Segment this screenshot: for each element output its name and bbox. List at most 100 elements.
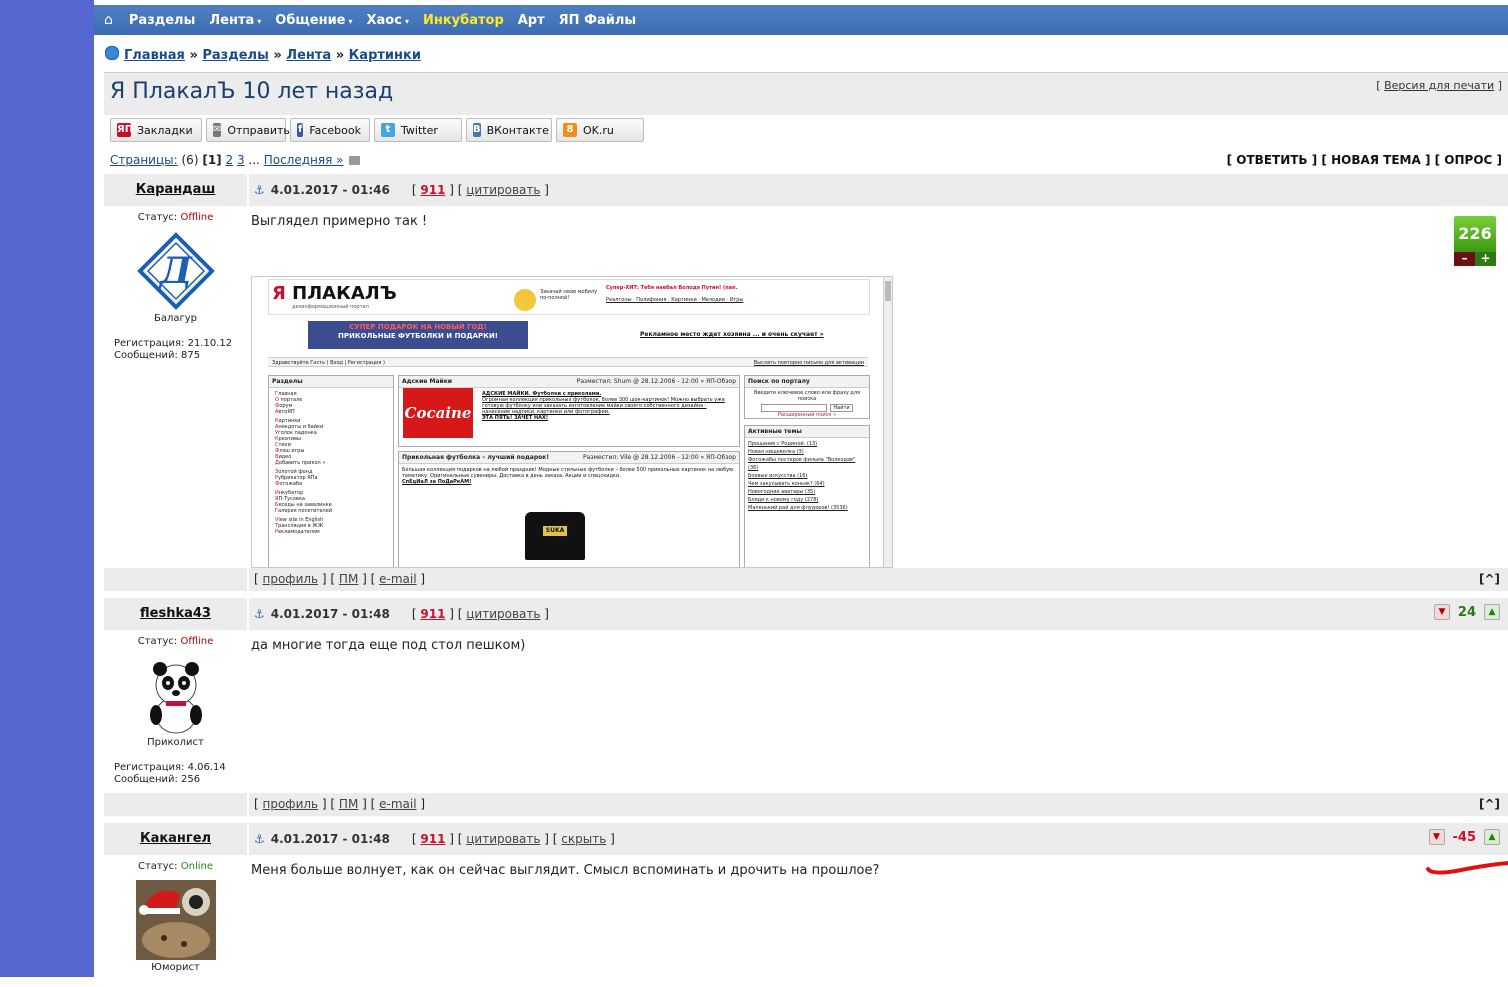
- dynamo-logo-icon: Д: [135, 231, 216, 311]
- thumbs-down-icon[interactable]: ▼: [1433, 604, 1450, 620]
- shot-ad-link: Рекламное место ждет хозяина ... и очень…: [640, 331, 824, 338]
- column-divider: [247, 793, 249, 816]
- breadcrumb-sep: »: [189, 48, 198, 63]
- breadcrumb-pictures[interactable]: Картинки: [349, 48, 421, 63]
- anchor-icon[interactable]: ⚓: [254, 607, 265, 621]
- user-status: Статус: Online: [104, 861, 247, 872]
- nav-item-6[interactable]: ЯП Файлы: [559, 13, 636, 28]
- post-number[interactable]: 911: [420, 832, 445, 846]
- page-3[interactable]: 3: [237, 153, 245, 167]
- profile-link[interactable]: профиль: [263, 572, 319, 586]
- karma-buttons: – +: [1454, 252, 1496, 266]
- embedded-screenshot[interactable]: Я ПЛАКАЛЪ дезинформационный портал Закач…: [251, 276, 893, 568]
- karma-minus-button[interactable]: –: [1454, 252, 1475, 266]
- shot-active-list: Прощание с Родиной. (13) Новая нищеволка …: [745, 438, 869, 514]
- user-messages: Сообщений: 256: [114, 774, 201, 785]
- nav-item-label: Общение: [275, 12, 346, 28]
- breadcrumb: Главная » Разделы » Лента » Картинки: [105, 46, 421, 63]
- avatar[interactable]: [135, 655, 216, 735]
- post-number[interactable]: 911: [420, 607, 445, 621]
- shot-active-topic: Маленький рай для флудеров! (3536): [748, 505, 848, 511]
- page-last[interactable]: Последняя »: [264, 153, 344, 167]
- nav-item-2[interactable]: Общение ▾: [275, 13, 352, 28]
- post-username: Какангел: [104, 831, 247, 846]
- shot-tshirt-label: SUKA: [543, 526, 567, 536]
- anchor-icon[interactable]: ⚓: [254, 183, 265, 197]
- nav-item-0[interactable]: Разделы: [129, 13, 195, 28]
- username-link[interactable]: Какангел: [140, 831, 211, 846]
- breadcrumb-sections[interactable]: Разделы: [202, 48, 268, 63]
- nav-item-4[interactable]: Инкубатор: [423, 13, 504, 28]
- quote-link[interactable]: цитировать: [466, 607, 540, 621]
- share-button-1[interactable]: ✉ Отправить: [206, 118, 290, 142]
- anchor-icon[interactable]: ⚓: [254, 832, 265, 846]
- email-link[interactable]: e-mail: [379, 797, 416, 811]
- nav-item-label: Разделы: [128, 12, 196, 28]
- karma-box: 226 – +: [1454, 216, 1496, 266]
- vk-icon: B: [473, 123, 481, 137]
- username-link[interactable]: fleshka43: [140, 606, 211, 621]
- post-meta: ⚓ 4.01.2017 - 01:46[ 911 ] [ цитировать ]: [254, 183, 549, 197]
- avatar[interactable]: [135, 880, 216, 960]
- shot-sections-list: Главная О портале Форум АвтоЯП Картинки Анекд…: [269, 388, 393, 538]
- home-icon[interactable]: ⌂: [104, 12, 113, 28]
- column-divider: [247, 598, 249, 630]
- post-number[interactable]: 911: [420, 183, 445, 197]
- breadcrumb-home[interactable]: Главная: [124, 48, 185, 63]
- svg-text:Д: Д: [157, 250, 192, 292]
- profile-link[interactable]: профиль: [263, 797, 319, 811]
- user-rank: Юморист: [151, 962, 200, 973]
- shot-scrollbar: [883, 277, 892, 567]
- shot-smiley-icon: [514, 289, 536, 311]
- email-topic-icon[interactable]: [349, 156, 361, 165]
- pages-label[interactable]: Страницы:: [110, 153, 178, 167]
- avatar[interactable]: Д: [135, 231, 216, 311]
- print-version-link[interactable]: Версия для печати: [1384, 79, 1494, 92]
- shot-post1: Адские Майки Разместил: Shum @ 28.12.2006…: [398, 375, 740, 447]
- share-button-4[interactable]: B ВКонтакте: [466, 118, 552, 142]
- post-meta: ⚓ 4.01.2017 - 01:48[ 911 ] [ цитировать ]…: [254, 832, 615, 846]
- karma-plus-button[interactable]: +: [1475, 252, 1496, 266]
- nav-item-3[interactable]: Хаос ▾: [367, 13, 409, 28]
- chevron-down-icon: ▾: [404, 16, 409, 26]
- shot-promo-links: Реалтоны · Полифония · Картинки · Мелоди…: [606, 297, 744, 303]
- shot-active-topic: Новая нищеволка (3): [748, 449, 804, 455]
- shot-post2: Прикольная футболка – лучший подарок! Раз…: [398, 451, 740, 567]
- shot-logo-sub: дезинформационный портал: [292, 304, 369, 310]
- nav-item-5[interactable]: Арт: [518, 13, 545, 28]
- print-version: [ Версия для печати ]: [1376, 79, 1502, 92]
- to-top-link[interactable]: [^]: [1479, 572, 1500, 586]
- shot-tshirt-image: SUKA: [525, 512, 585, 560]
- frog-santa-avatar-icon: [135, 880, 216, 960]
- username-link[interactable]: Карандаш: [136, 182, 216, 197]
- nav-item-1[interactable]: Лента ▾: [209, 13, 261, 28]
- user-status: Статус: Offline: [104, 636, 247, 647]
- thumbs-down-icon[interactable]: ▼: [1428, 829, 1445, 845]
- hide-link[interactable]: скрыть: [561, 832, 606, 846]
- bracket: ]: [1497, 79, 1502, 92]
- quote-link[interactable]: цитировать: [466, 832, 540, 846]
- email-link[interactable]: e-mail: [379, 572, 416, 586]
- page-2[interactable]: 2: [225, 153, 233, 167]
- to-top-link[interactable]: [^]: [1479, 797, 1500, 811]
- post-header: Какангел ⚓ 4.01.2017 - 01:48[ 911 ] [ цит…: [104, 823, 1508, 855]
- bracket: [: [1376, 79, 1381, 92]
- share-button-5[interactable]: 8 OK.ru: [556, 118, 644, 142]
- quote-link[interactable]: цитировать: [466, 183, 540, 197]
- shot-active-topic: Чем закусывать коньяк? (64): [748, 481, 825, 487]
- status-label: Статус:: [137, 212, 178, 223]
- breadcrumb-feed[interactable]: Лента: [286, 48, 331, 63]
- post-datetime: 4.01.2017 - 01:46: [270, 183, 390, 197]
- share-button-0[interactable]: ЯП Закладки: [110, 118, 202, 142]
- shot-section-item: Рекламодателям: [275, 529, 320, 535]
- shot-greeting: Здравствуйте Гость ( Вход | Регистрация …: [268, 357, 868, 367]
- pm-link[interactable]: ПМ: [339, 797, 358, 811]
- pm-link[interactable]: ПМ: [339, 572, 358, 586]
- nav-item-label: Арт: [517, 12, 545, 28]
- topic-actions[interactable]: [ ОТВЕТИТЬ ] [ НОВАЯ ТЕМА ] [ ОПРОС ]: [1227, 153, 1502, 167]
- thumbs-up-icon[interactable]: ▲: [1484, 829, 1500, 845]
- shot-banner-main: ПРИКОЛЬНЫЕ ФУТБОЛКИ И ПОДАРКИ!: [338, 332, 498, 340]
- share-button-3[interactable]: t Twitter: [374, 118, 462, 142]
- share-button-2[interactable]: f Facebook: [290, 118, 370, 142]
- thumbs-up-icon[interactable]: ▲: [1484, 604, 1500, 620]
